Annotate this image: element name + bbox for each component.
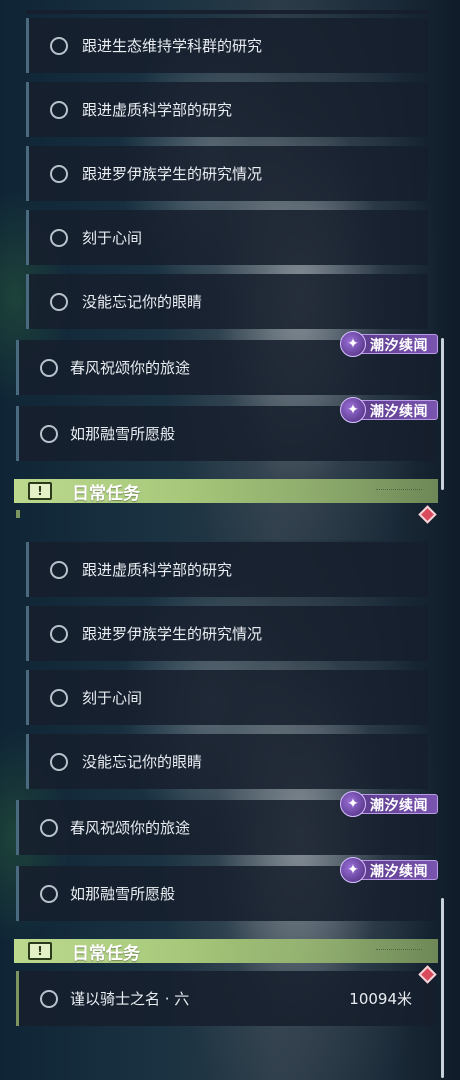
sparkle-icon: ✦ — [340, 857, 366, 883]
quest-item[interactable]: 跟进虚质科学部的研究 — [26, 542, 428, 597]
badge-label: 潮汐续闻 — [370, 338, 428, 354]
tidal-sequel-badge: ✦ 潮汐续闻 — [340, 331, 438, 357]
tidal-sequel-badge: ✦ 潮汐续闻 — [340, 857, 438, 883]
daily-item-edge — [16, 510, 20, 518]
tidal-sequel-badge: ✦ 潮汐续闻 — [340, 791, 438, 817]
quest-item[interactable]: 刻于心间 — [26, 210, 428, 265]
quest-item[interactable]: 没能忘记你的眼睛 — [26, 274, 428, 329]
quest-label: 跟进生态维持学科群的研究 — [82, 37, 263, 55]
quest-status-circle-icon — [50, 624, 68, 643]
tidal-sequel-badge: ✦ 潮汐续闻 — [340, 397, 438, 423]
quest-label: 如那融雪所愿般 — [70, 425, 176, 443]
quest-distance: 10094米 — [349, 990, 412, 1008]
header-decoration — [376, 949, 422, 954]
quest-status-circle-icon — [50, 688, 68, 707]
quest-label: 刻于心间 — [82, 229, 143, 247]
quest-item[interactable]: 跟进虚质科学部的研究 — [26, 82, 428, 137]
daily-tasks-title: 日常任务 — [72, 943, 140, 964]
scrollbar[interactable] — [441, 338, 444, 490]
quest-status-circle-icon — [50, 36, 68, 55]
badge-label: 潮汐续闻 — [370, 864, 428, 880]
quest-status-circle-icon — [40, 818, 58, 837]
daily-tasks-header[interactable]: ! 日常任务 — [14, 479, 438, 504]
quest-status-circle-icon — [40, 424, 58, 443]
quest-item[interactable]: 没能忘记你的眼睛 — [26, 734, 428, 789]
quest-item[interactable]: 跟进罗伊族学生的研究情况 — [26, 606, 428, 661]
quest-label: 刻于心间 — [82, 689, 143, 707]
list-item-edge — [26, 10, 428, 14]
quest-label: 如那融雪所愿般 — [70, 885, 176, 903]
quest-item[interactable]: 跟进罗伊族学生的研究情况 — [26, 146, 428, 201]
quest-label: 跟进虚质科学部的研究 — [82, 101, 233, 119]
quest-status-circle-icon — [50, 292, 68, 311]
quest-item[interactable]: 跟进生态维持学科群的研究 — [26, 18, 428, 73]
scrollbar[interactable] — [441, 898, 444, 1078]
quest-label: 跟进虚质科学部的研究 — [82, 561, 233, 579]
quest-label: 春风祝颂你的旅途 — [70, 359, 191, 377]
quest-panel-top: 跟进生态维持学科群的研究 跟进虚质科学部的研究 跟进罗伊族学生的研究情况 刻于心… — [0, 0, 460, 540]
quest-status-circle-icon — [40, 989, 58, 1008]
quest-status-circle-icon — [50, 560, 68, 579]
header-decoration — [376, 489, 422, 494]
daily-quest-item[interactable]: 谨以骑士之名 · 六 10094米 — [16, 971, 436, 1026]
exclamation-icon: ! — [28, 482, 52, 500]
quest-label: 没能忘记你的眼睛 — [82, 293, 203, 311]
quest-label: 跟进罗伊族学生的研究情况 — [82, 165, 263, 183]
quest-panel-bottom: 跟进虚质科学部的研究 跟进罗伊族学生的研究情况 刻于心间 没能忘记你的眼睛 春风… — [0, 540, 460, 1080]
quest-status-circle-icon — [50, 164, 68, 183]
quest-status-circle-icon — [50, 752, 68, 771]
badge-label: 潮汐续闻 — [370, 798, 428, 814]
quest-item[interactable]: 刻于心间 — [26, 670, 428, 725]
sparkle-icon: ✦ — [340, 397, 366, 423]
quest-label: 跟进罗伊族学生的研究情况 — [82, 625, 263, 643]
daily-tasks-header[interactable]: ! 日常任务 — [14, 939, 438, 964]
quest-status-circle-icon — [50, 228, 68, 247]
badge-label: 潮汐续闻 — [370, 404, 428, 420]
quest-status-circle-icon — [50, 100, 68, 119]
tracking-marker-icon[interactable] — [418, 505, 437, 524]
quest-status-circle-icon — [40, 358, 58, 377]
quest-status-circle-icon — [40, 884, 58, 903]
sparkle-icon: ✦ — [340, 791, 366, 817]
exclamation-icon: ! — [28, 942, 52, 960]
quest-label: 谨以骑士之名 · 六 — [70, 990, 190, 1008]
quest-label: 没能忘记你的眼睛 — [82, 753, 203, 771]
quest-label: 春风祝颂你的旅途 — [70, 819, 191, 837]
sparkle-icon: ✦ — [340, 331, 366, 357]
daily-tasks-title: 日常任务 — [72, 483, 140, 504]
